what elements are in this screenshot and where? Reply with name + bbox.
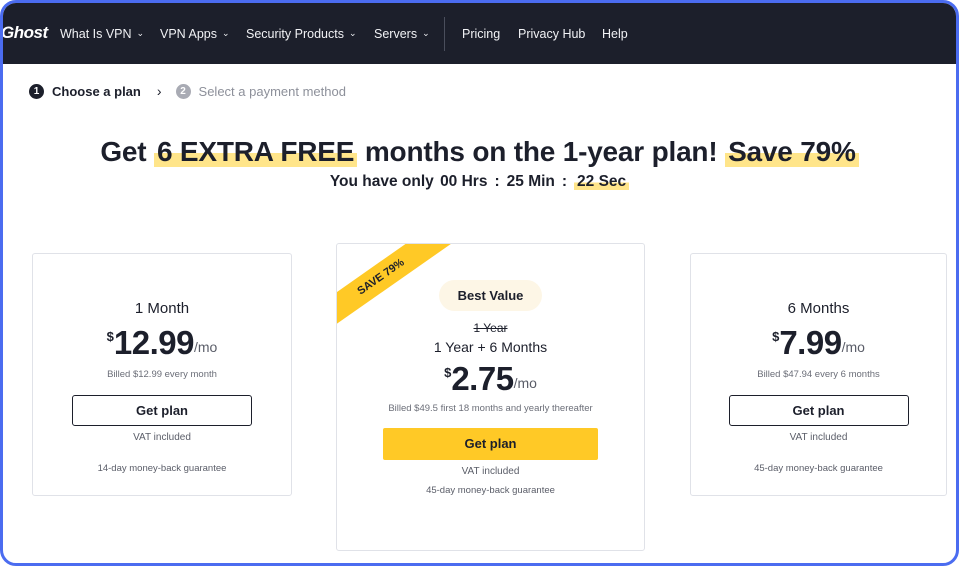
nav-item-label: Pricing: [462, 27, 501, 41]
brand-logo[interactable]: Ghost: [3, 23, 48, 43]
vat-note: VAT included: [461, 466, 520, 477]
nav-divider: [444, 17, 445, 51]
price-period: /mo: [513, 375, 537, 391]
timer-hours: 00 Hrs: [440, 173, 488, 190]
nav-item-label: Privacy Hub: [518, 27, 586, 41]
step-label-payment-method[interactable]: Select a payment method: [199, 84, 346, 99]
timer-minutes: 25 Min: [506, 173, 555, 190]
price: $ 12.99 /mo: [33, 325, 291, 361]
currency-symbol: $: [106, 329, 114, 344]
guarantee-note: 45-day money-back guarantee: [426, 485, 555, 496]
price: $ 7.99 /mo: [691, 325, 946, 361]
vat-note: VAT included: [133, 432, 191, 443]
price-amount: 2.75: [451, 360, 514, 397]
step-label-choose-plan[interactable]: Choose a plan: [52, 84, 141, 99]
nav-item-privacy-hub[interactable]: Privacy Hub: [518, 27, 585, 41]
countdown-timer: You have only 00 Hrs:25 Min:22 Sec: [3, 173, 956, 191]
headline-highlight-save: Save 79%: [725, 136, 859, 167]
get-plan-button[interactable]: Get plan: [383, 428, 598, 460]
vat-note: VAT included: [789, 432, 848, 443]
billing-note: Billed $12.99 every month: [107, 369, 217, 380]
plan-card-6-months: 6 Months $ 7.99 /mo Billed $47.94 every …: [690, 253, 947, 496]
checkout-steps: 1 Choose a plan › 2 Select a payment met…: [29, 83, 346, 99]
plan-card-1-month: 1 Month $ 12.99 /mo Billed $12.99 every …: [32, 253, 292, 496]
price-amount: 7.99: [779, 324, 842, 361]
price-period: /mo: [193, 339, 218, 355]
headline-text: Get: [100, 136, 147, 167]
nav-item-help[interactable]: Help: [602, 27, 628, 41]
price-amount: 12.99: [113, 324, 195, 361]
save-ribbon: SAVE 79%: [337, 244, 454, 334]
chevron-down-icon: ⌄: [221, 27, 230, 38]
nav-item-security-products[interactable]: Security Products ⌄: [246, 27, 357, 41]
currency-symbol: $: [772, 329, 780, 344]
plan-name: 6 Months: [787, 300, 850, 317]
get-plan-button[interactable]: Get plan: [72, 395, 252, 426]
top-nav: Ghost What Is VPN ⌄ VPN Apps ⌄ Security …: [3, 3, 956, 64]
nav-item-label: Help: [602, 27, 628, 41]
timer-prefix: You have only: [329, 173, 434, 190]
nav-item-label: What Is VPN: [60, 27, 132, 41]
timer-seconds: 22 Sec: [574, 173, 630, 190]
nav-item-what-is-vpn[interactable]: What Is VPN ⌄: [60, 27, 144, 41]
chevron-right-icon: ›: [156, 83, 162, 99]
headline-text: months on the 1-year plan!: [364, 136, 718, 167]
browser-frame: Ghost What Is VPN ⌄ VPN Apps ⌄ Security …: [0, 0, 959, 566]
guarantee-note: 45-day money-back guarantee: [754, 463, 883, 474]
old-plan-term: 1 Year: [473, 321, 508, 335]
step-number-1: 1: [29, 83, 44, 99]
billing-note: Billed $49.5 first 18 months and yearly …: [388, 403, 593, 414]
price-period: /mo: [841, 339, 865, 355]
chevron-down-icon: ⌄: [348, 27, 357, 38]
nav-item-pricing[interactable]: Pricing: [462, 27, 500, 41]
get-plan-button[interactable]: Get plan: [728, 395, 909, 426]
chevron-down-icon: ⌄: [136, 27, 145, 38]
nav-item-label: Security Products: [246, 27, 344, 41]
plan-card-1-year: SAVE 79% Best Value 1 Year 1 Year + 6 Mo…: [336, 243, 645, 551]
timer-colon: :: [494, 173, 500, 190]
chevron-down-icon: ⌄: [422, 27, 430, 38]
nav-item-servers[interactable]: Servers ⌄: [374, 27, 430, 41]
nav-item-label: Servers: [374, 27, 418, 41]
headline-highlight-free: 6 EXTRA FREE: [153, 136, 358, 167]
step-number-2: 2: [175, 83, 191, 99]
timer-colon: :: [561, 173, 568, 190]
guarantee-note: 14-day money-back guarantee: [97, 463, 227, 474]
nav-item-label: VPN Apps: [160, 27, 217, 41]
currency-symbol: $: [444, 365, 452, 380]
nav-item-vpn-apps[interactable]: VPN Apps ⌄: [160, 27, 230, 41]
plan-name: 1 Month: [134, 300, 190, 317]
billing-note: Billed $47.94 every 6 months: [757, 369, 880, 380]
promo-headline: Get 6 EXTRA FREE months on the 1-year pl…: [3, 136, 956, 168]
price: $ 2.75 /mo: [337, 361, 644, 397]
plan-name: 1 Year + 6 Months: [433, 339, 548, 355]
best-value-badge: Best Value: [438, 280, 543, 311]
